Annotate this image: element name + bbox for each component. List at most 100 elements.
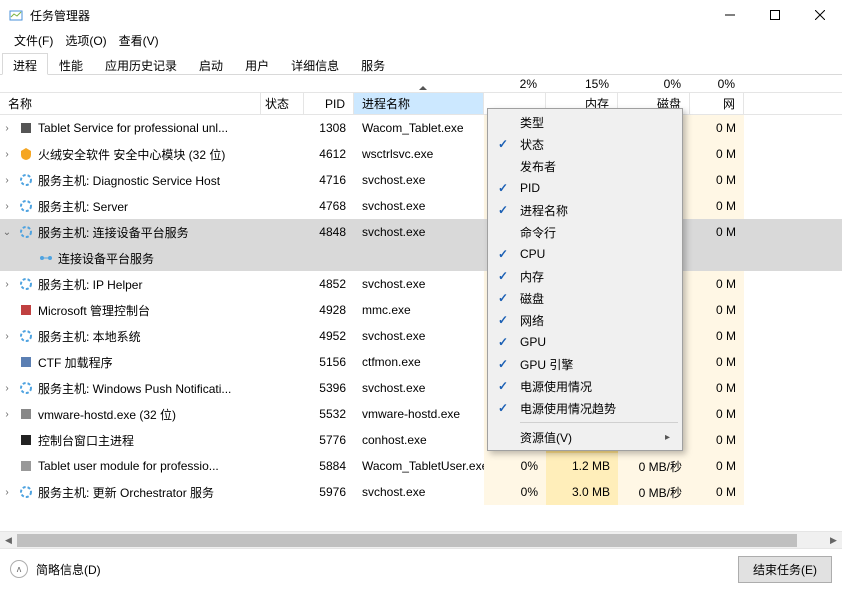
cell-pid: 4952 [304,323,354,349]
cell-procname: svchost.exe [354,375,484,401]
col-pid[interactable]: PID [304,93,354,114]
cell-net: 0 M [690,453,744,479]
cell-mem: 3.0 MB [546,479,618,505]
titlebar: 任务管理器 [0,0,842,30]
menu-view[interactable]: 查看(V) [113,30,165,52]
close-button[interactable] [797,0,842,30]
context-item[interactable]: 磁盘 [490,287,680,309]
expand-chevron-icon[interactable]: › [0,331,14,342]
process-name: Microsoft 管理控制台 [38,302,150,319]
cell-pid: 5976 [304,479,354,505]
expand-chevron-icon[interactable]: › [0,409,14,420]
process-icon [18,380,34,396]
table-row[interactable]: › 服务主机: Windows Push Notificati... 5396svc… [0,375,842,401]
stat-net: 0% [690,75,744,92]
table-row[interactable]: ›vmware-hostd.exe (32 位)5532vmware-hostd… [0,401,842,427]
table-row[interactable]: 控制台窗口主进程5776conhost.exe0%7.9 MB0 MB/秒0 M [0,427,842,453]
process-name: 控制台窗口主进程 [38,432,134,449]
context-item[interactable]: GPU [490,331,680,353]
maximize-button[interactable] [752,0,797,30]
table-row[interactable]: Tablet user module for professio...5884W… [0,453,842,479]
tab-processes[interactable]: 进程 [2,53,48,75]
cell-pid: 5776 [304,427,354,453]
cell-procname: Wacom_TabletUser.exe [354,453,484,479]
tab-performance[interactable]: 性能 [48,53,94,75]
col-net[interactable]: 网 [690,93,744,114]
context-item[interactable]: PID [490,177,680,199]
expand-chevron-icon[interactable]: ⌄ [0,227,14,238]
cell-net: 0 M [690,141,744,167]
process-list: ›Tablet Service for professional unl...1… [0,115,842,531]
process-icon [18,406,34,422]
context-item[interactable]: 进程名称 [490,199,680,221]
tab-app-history[interactable]: 应用历史记录 [94,53,188,75]
horizontal-scrollbar[interactable]: ◀ ▶ [0,531,842,548]
table-row[interactable]: ›服务主机: Diagnostic Service Host4716svchos… [0,167,842,193]
minimize-button[interactable] [707,0,752,30]
expand-chevron-icon[interactable]: › [0,149,14,160]
cell-procname: svchost.exe [354,167,484,193]
context-item[interactable]: 命令行 [490,221,680,243]
context-item[interactable]: CPU [490,243,680,265]
fewer-details-icon[interactable]: ʌ [10,560,28,578]
col-processname[interactable]: 进程名称 [354,93,484,114]
context-item[interactable]: 网络 [490,309,680,331]
table-row[interactable]: ›服务主机: Server4768svchost.exeMB0 MB/秒0 M [0,193,842,219]
process-name: 服务主机: Windows Push Notificati... [38,380,231,397]
context-item[interactable]: 发布者 [490,155,680,177]
cell-net: 0 M [690,479,744,505]
cell-pid: 4768 [304,193,354,219]
context-item-resource-values[interactable]: 资源值(V) [490,426,680,448]
context-item[interactable]: 电源使用情况 [490,375,680,397]
cell-pid: 5156 [304,349,354,375]
expand-chevron-icon[interactable]: › [0,201,14,212]
col-name[interactable]: 名称 [0,93,261,114]
cell-pid: 5396 [304,375,354,401]
tab-startup[interactable]: 启动 [188,53,234,75]
table-row[interactable]: ›服务主机: IP Helper4852svchost.exeMB0 MB/秒0… [0,271,842,297]
footer: ʌ 简略信息(D) 结束任务(E) [0,548,842,589]
scroll-thumb[interactable] [17,534,797,547]
menu-options[interactable]: 选项(O) [59,30,112,52]
cell-procname: Wacom_Tablet.exe [354,115,484,141]
col-status[interactable]: 状态 [261,93,304,114]
cell-net: 0 M [690,323,744,349]
expand-chevron-icon[interactable]: › [0,175,14,186]
cell-procname [354,245,484,271]
expand-chevron-icon[interactable]: › [0,123,14,134]
tab-services[interactable]: 服务 [350,53,396,75]
context-item[interactable]: 状态 [490,133,680,155]
expand-chevron-icon[interactable]: › [0,279,14,290]
cell-procname: svchost.exe [354,323,484,349]
fewer-details-label[interactable]: 简略信息(D) [36,561,101,578]
process-name: Tablet user module for professio... [38,459,219,473]
table-row[interactable]: ›Tablet Service for professional unl...1… [0,115,842,141]
cell-net: 0 M [690,427,744,453]
end-task-button[interactable]: 结束任务(E) [738,556,832,583]
table-row[interactable]: ⌄服务主机: 连接设备平台服务4848svchost.exeMB0 MB/秒0 … [0,219,842,245]
cell-procname: svchost.exe [354,219,484,245]
context-item[interactable]: GPU 引擎 [490,353,680,375]
process-icon [18,432,34,448]
table-row[interactable]: Microsoft 管理控制台4928mmc.exeMB0 MB/秒0 M [0,297,842,323]
context-item[interactable]: 电源使用情况趋势 [490,397,680,419]
expand-chevron-icon[interactable]: › [0,487,14,498]
scroll-right-arrow[interactable]: ▶ [825,532,842,549]
tab-details[interactable]: 详细信息 [280,53,350,75]
process-icon [18,198,34,214]
context-item[interactable]: 类型 [490,111,680,133]
table-row[interactable]: ›服务主机: 更新 Orchestrator 服务5976svchost.exe… [0,479,842,505]
table-row[interactable]: 连接设备平台服务 [0,245,842,271]
table-row[interactable]: CTF 加载程序5156ctfmon.exeMB0 MB/秒0 M [0,349,842,375]
table-row[interactable]: ›服务主机: 本地系统4952svchost.exeMB0 MB/秒0 M [0,323,842,349]
scroll-left-arrow[interactable]: ◀ [0,532,17,549]
cell-procname: ctfmon.exe [354,349,484,375]
cell-net: 0 M [690,219,744,245]
context-item[interactable]: 内存 [490,265,680,287]
process-icon [18,484,34,500]
process-name: 服务主机: Diagnostic Service Host [38,172,220,189]
expand-chevron-icon[interactable]: › [0,383,14,394]
tab-users[interactable]: 用户 [234,53,280,75]
table-row[interactable]: ›火绒安全软件 安全中心模块 (32 位)4612wsctrlsvc.exeMB… [0,141,842,167]
menu-file[interactable]: 文件(F) [8,30,59,52]
